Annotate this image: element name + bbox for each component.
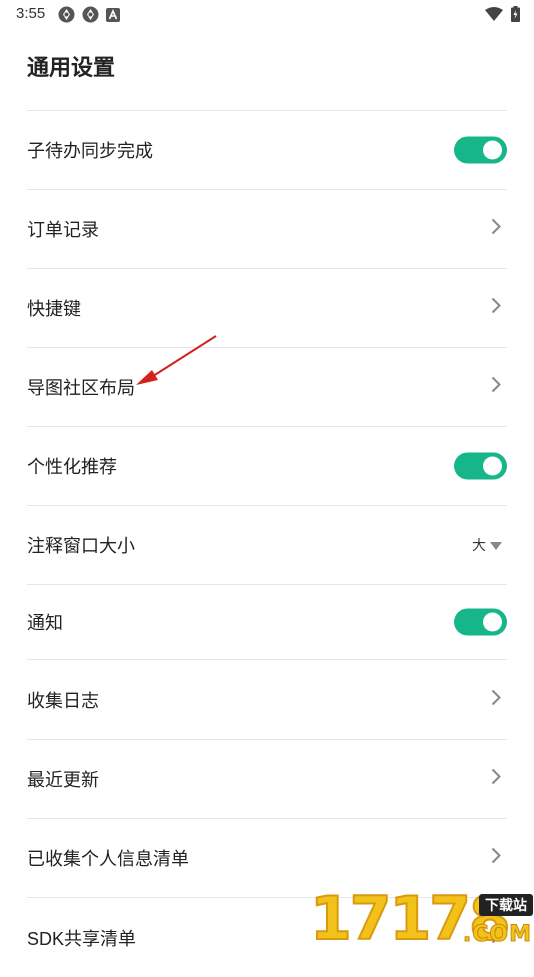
caret-down-icon bbox=[490, 537, 502, 553]
chevron-right-icon bbox=[491, 847, 501, 869]
settings-list: 子待办同步完成 订单记录 快捷键 导图社区布局 个性化推荐 注释窗口大小 大 通… bbox=[27, 110, 507, 977]
setting-label: 订单记录 bbox=[27, 220, 99, 240]
comment-window-size-select[interactable]: 大 bbox=[472, 535, 502, 555]
wifi-icon bbox=[485, 7, 503, 26]
setting-label: 导图社区布局 bbox=[27, 378, 135, 398]
setting-row-order-records[interactable]: 订单记录 bbox=[27, 190, 507, 269]
setting-label: 快捷键 bbox=[27, 299, 81, 319]
setting-label: 通知 bbox=[27, 613, 63, 633]
page-title: 通用设置 bbox=[27, 55, 116, 80]
watermark-badge: 下载站 bbox=[479, 894, 533, 916]
status-bar: 3:55 bbox=[0, 0, 534, 28]
watermark-logo: 17178 下载站 .COM bbox=[306, 887, 534, 951]
status-left-icons bbox=[58, 6, 120, 23]
toggle-knob bbox=[483, 456, 502, 476]
select-value-text: 大 bbox=[472, 537, 486, 553]
setting-label: 注释窗口大小 bbox=[27, 536, 135, 556]
setting-row-comment-window-size[interactable]: 注释窗口大小 大 bbox=[27, 506, 507, 585]
subtask-sync-toggle[interactable] bbox=[454, 136, 507, 164]
setting-label: 最近更新 bbox=[27, 770, 99, 790]
setting-row-notifications: 通知 bbox=[27, 585, 507, 660]
sync-icon bbox=[82, 6, 99, 23]
setting-label: 个性化推荐 bbox=[27, 457, 117, 477]
setting-row-mindmap-community-layout[interactable]: 导图社区布局 bbox=[27, 348, 507, 427]
watermark-domain: .COM bbox=[462, 922, 532, 948]
setting-row-subtask-sync: 子待办同步完成 bbox=[27, 111, 507, 190]
setting-row-shortcuts[interactable]: 快捷键 bbox=[27, 269, 507, 348]
notifications-toggle[interactable] bbox=[454, 608, 507, 636]
chevron-right-icon bbox=[491, 689, 501, 711]
status-time: 3:55 bbox=[16, 5, 46, 22]
setting-label: SDK共享清单 bbox=[27, 928, 137, 949]
app-notification-icon bbox=[106, 7, 120, 22]
chevron-right-icon bbox=[491, 376, 501, 398]
toggle-knob bbox=[483, 140, 502, 160]
chevron-right-icon bbox=[491, 218, 501, 240]
chevron-right-icon bbox=[491, 768, 501, 790]
chevron-right-icon bbox=[491, 297, 501, 319]
setting-row-recent-updates[interactable]: 最近更新 bbox=[27, 740, 507, 819]
personalized-recommendation-toggle[interactable] bbox=[454, 452, 507, 480]
setting-label: 收集日志 bbox=[27, 690, 99, 711]
battery-charging-icon bbox=[511, 6, 520, 27]
setting-label: 子待办同步完成 bbox=[27, 141, 153, 161]
sync-icon bbox=[58, 6, 75, 23]
setting-label: 已收集个人信息清单 bbox=[27, 849, 189, 869]
toggle-knob bbox=[483, 612, 502, 632]
setting-row-collect-logs[interactable]: 收集日志 bbox=[27, 660, 507, 740]
setting-row-personalized-recommendation: 个性化推荐 bbox=[27, 427, 507, 506]
status-right-icons bbox=[485, 6, 520, 27]
